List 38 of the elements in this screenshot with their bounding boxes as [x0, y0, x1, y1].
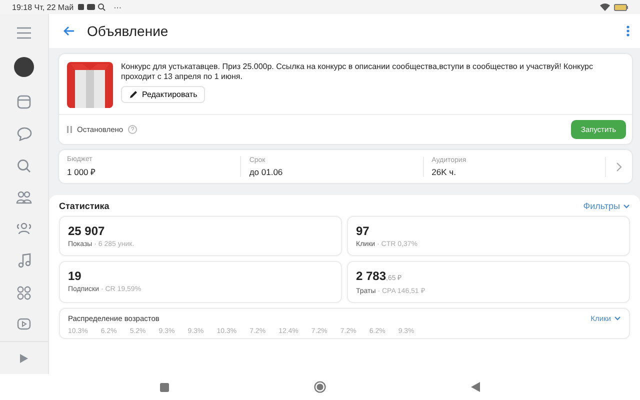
battery-icon — [614, 4, 628, 10]
stat-value: 97 — [356, 224, 370, 238]
wifi-icon — [600, 3, 610, 11]
play-icon[interactable] — [20, 354, 28, 362]
pencil-icon — [129, 90, 138, 99]
summary-value: 26K ч. — [432, 166, 457, 176]
gift-box-drawing — [67, 62, 113, 108]
search-icon[interactable] — [17, 159, 31, 173]
back-icon[interactable] — [471, 382, 480, 392]
summary-value: до 01.06 — [249, 166, 284, 176]
chat-icon[interactable] — [16, 127, 32, 141]
home-icon[interactable] — [314, 381, 326, 393]
summary-value: 1 000 ₽ — [67, 166, 97, 177]
chevron-down-icon — [623, 204, 630, 208]
video-icon[interactable] — [17, 318, 31, 330]
more-notifications: ··· — [114, 2, 122, 12]
window-icon[interactable] — [17, 95, 31, 109]
community-icon[interactable] — [16, 222, 32, 235]
section-title: Статистика — [59, 201, 110, 211]
help-icon[interactable] — [128, 125, 138, 134]
edit-button[interactable]: Редактировать — [121, 86, 206, 103]
recents-icon[interactable] — [160, 382, 169, 392]
menu-icon[interactable] — [17, 27, 31, 39]
more-options-icon[interactable] — [626, 25, 630, 37]
stat-value: 19 — [68, 269, 82, 283]
back-arrow-icon[interactable] — [63, 26, 75, 36]
avatar[interactable] — [14, 57, 34, 77]
stat-value: 25 907 — [68, 224, 106, 238]
music-note-icon[interactable] — [18, 253, 30, 268]
apps-icon[interactable] — [17, 286, 31, 300]
people-icon[interactable] — [16, 191, 32, 204]
chevron-down-icon — [614, 316, 621, 321]
status-time: 19:18 Чт, 22 Май — [12, 2, 74, 12]
chevron-right-icon[interactable] — [616, 162, 622, 172]
filters-dropdown[interactable]: Фильтры — [583, 201, 630, 211]
page-title: Объявление — [87, 23, 168, 39]
pause-icon — [67, 126, 72, 133]
ad-description: Конкурс для устькатавцев. Приз 25.000р. Ссылка на конкурс в описании сообщества,вступи в сообщество и участвуй! Конкурс проходит с 13 апреля по 1 июня. — [121, 62, 594, 82]
